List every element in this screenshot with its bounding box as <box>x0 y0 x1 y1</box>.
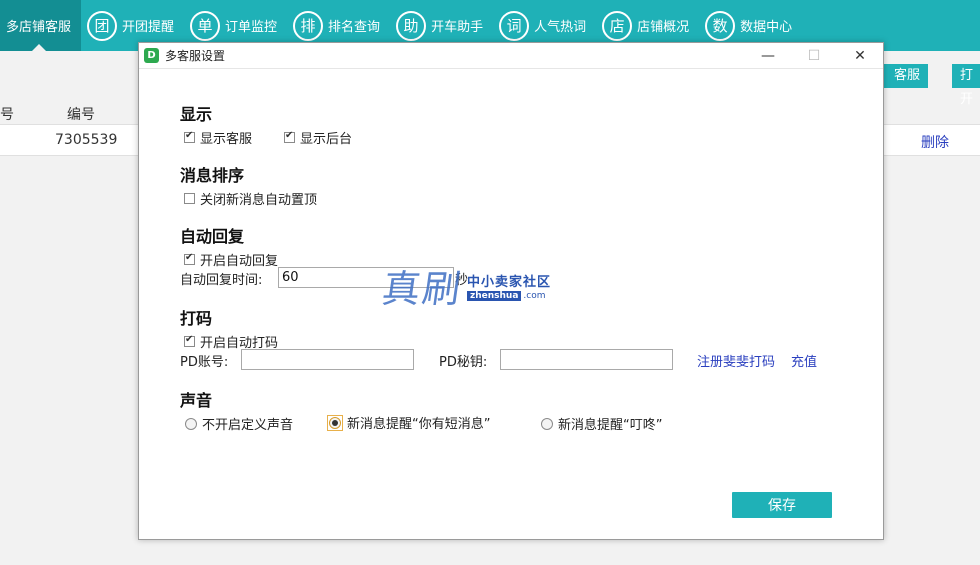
nav-label: 多店铺客服 <box>6 20 72 35</box>
window-controls: — ☐ ✕ <box>745 43 883 69</box>
auto-captcha-checkbox[interactable] <box>184 334 195 347</box>
auto-reply-checkbox[interactable] <box>184 252 195 265</box>
section-msg-sort-title: 消息排序 <box>180 166 245 185</box>
app-icon: D <box>144 48 159 63</box>
group-icon: 团 <box>87 10 118 41</box>
shop-icon: 店 <box>602 10 633 41</box>
show-kefu-label: 显示客服 <box>200 132 253 147</box>
nav-label: 数据中心 <box>740 20 793 35</box>
section-auto-reply-title: 自动回复 <box>180 227 245 246</box>
pd-account-label: PD账号: <box>180 355 229 370</box>
sound-dingdong-radio[interactable] <box>541 417 553 430</box>
save-button[interactable]: 保存 <box>732 492 832 518</box>
nav-label: 订单监控 <box>225 20 278 35</box>
bg-col-hao: 号 <box>0 107 14 123</box>
nav-label: 排名查询 <box>328 20 381 35</box>
recharge-link[interactable]: 充值 <box>791 351 817 370</box>
disable-pin-option[interactable]: 关闭新消息自动置顶 <box>184 189 317 208</box>
show-kefu-checkbox[interactable] <box>184 130 195 143</box>
pd-secret-input[interactable] <box>500 349 673 370</box>
maximize-button[interactable]: ☐ <box>791 43 837 69</box>
sound-option-none[interactable]: 不开启定义声音 <box>185 414 293 433</box>
dialog-titlebar[interactable]: D 多客服设置 — ☐ ✕ <box>139 43 883 69</box>
close-button[interactable]: ✕ <box>837 43 883 69</box>
multi-service-settings-dialog: D 多客服设置 — ☐ ✕ 显示 显示客服 显示后台 消息排序 关闭新消息自动置… <box>138 42 884 540</box>
section-display-title: 显示 <box>180 105 213 124</box>
sound-dingdong-label: 新消息提醒“叮咚” <box>558 418 663 433</box>
assistant-icon: 助 <box>396 10 427 41</box>
show-backend-checkbox[interactable] <box>284 130 295 143</box>
bg-col-bianhao: 编号 <box>67 107 95 123</box>
auto-reply-time-input[interactable] <box>278 267 454 288</box>
show-backend-option[interactable]: 显示后台 <box>284 128 352 147</box>
register-captcha-link[interactable]: 注册斐斐打码 <box>697 351 775 370</box>
bg-row-bianhao: 7305539 <box>55 132 118 148</box>
nav-label: 店铺概况 <box>637 20 690 35</box>
word-icon: 词 <box>499 10 530 41</box>
sound-short-msg-radio[interactable] <box>329 416 341 429</box>
nav-label: 开车助手 <box>431 20 484 35</box>
nav-label: 人气热词 <box>534 20 587 35</box>
auto-reply-option[interactable]: 开启自动回复 <box>184 250 278 269</box>
data-icon: 数 <box>705 10 736 41</box>
nav-item-multi-shop-service[interactable]: 多店铺客服 <box>0 0 82 51</box>
sound-option-dingdong[interactable]: 新消息提醒“叮咚” <box>541 414 662 433</box>
sound-none-radio[interactable] <box>185 417 197 430</box>
pd-account-input[interactable] <box>241 349 414 370</box>
auto-reply-time-unit: 秒 <box>455 273 469 288</box>
minimize-button[interactable]: — <box>745 43 791 69</box>
nav-label: 开团提醒 <box>122 20 175 35</box>
sound-short-msg-focus <box>327 414 343 431</box>
sound-none-label: 不开启定义声音 <box>202 418 294 433</box>
show-backend-label: 显示后台 <box>300 132 353 147</box>
delete-link[interactable]: 删除 <box>921 132 949 152</box>
bg-open-button[interactable]: 打开 <box>952 64 980 107</box>
rank-icon: 排 <box>293 10 324 41</box>
order-icon: 单 <box>190 10 221 41</box>
sound-short-msg-label: 新消息提醒“你有短消息” <box>347 417 491 432</box>
pd-secret-label: PD秘钥: <box>439 355 488 370</box>
show-kefu-option[interactable]: 显示客服 <box>184 128 252 147</box>
dialog-title: 多客服设置 <box>165 49 226 63</box>
auto-reply-label: 开启自动回复 <box>200 254 279 269</box>
section-captcha-title: 打码 <box>180 309 213 328</box>
sound-option-short-msg[interactable]: 新消息提醒“你有短消息” <box>327 413 490 432</box>
section-sound-title: 声音 <box>180 391 213 410</box>
disable-pin-label: 关闭新消息自动置顶 <box>200 193 318 208</box>
disable-pin-checkbox[interactable] <box>184 193 195 204</box>
auto-reply-time-label: 自动回复时间: <box>180 273 263 288</box>
